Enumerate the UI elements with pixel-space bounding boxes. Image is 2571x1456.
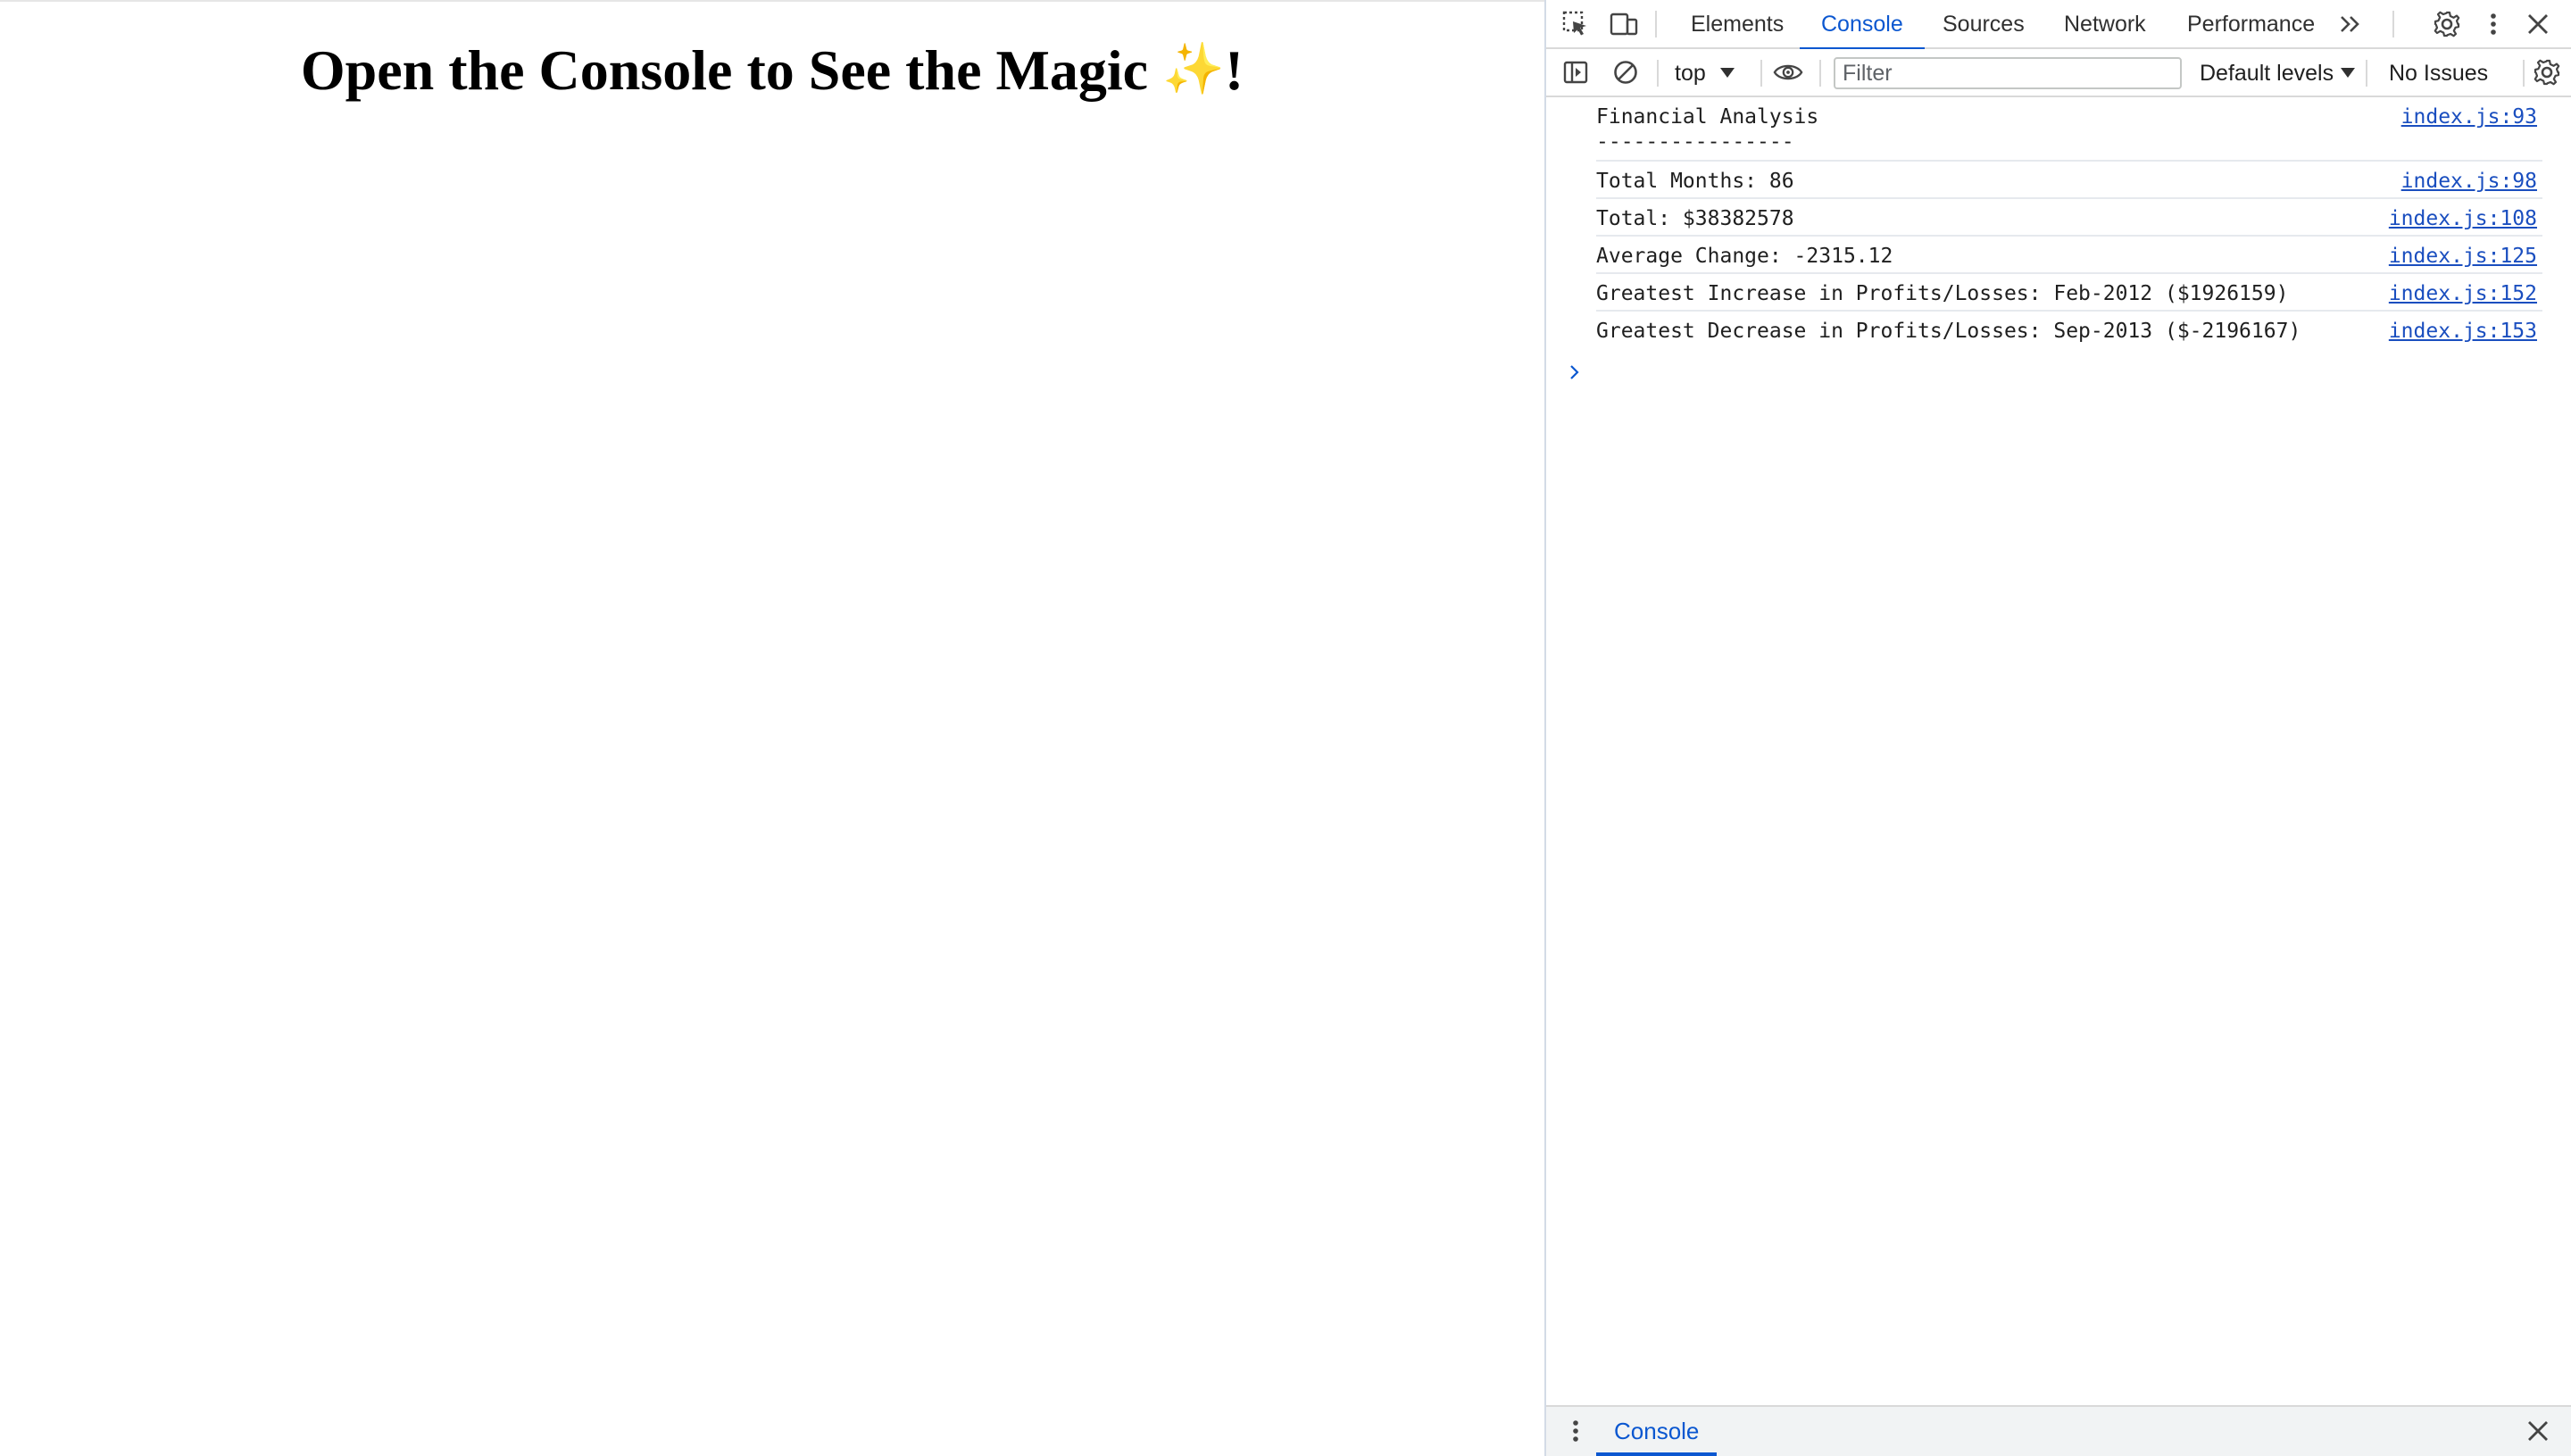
page-heading: Open the Console to See the Magic ✨! [0, 37, 1544, 104]
console-message-text: Greatest Decrease in Profits/Losses: Sep… [1596, 320, 2301, 343]
drawer-menu-kebab-icon[interactable] [1560, 1416, 1591, 1446]
console-message: Greatest Increase in Profits/Losses: Feb… [1596, 274, 2542, 312]
tab-performance[interactable]: Performance [2187, 0, 2315, 49]
tab-console[interactable]: Console [1800, 0, 1925, 51]
settings-gear-icon[interactable] [2432, 9, 2462, 39]
close-drawer-icon[interactable] [2523, 1416, 2553, 1446]
tab-sources[interactable]: Sources [1943, 0, 2025, 49]
console-source-link[interactable]: index.js:153 [2389, 319, 2537, 344]
console-source-link[interactable]: index.js:93 [2401, 104, 2537, 129]
tab-network[interactable]: Network [2064, 0, 2146, 49]
tabbar-separator [2392, 11, 2394, 37]
console-message-text: Average Change: -2315.12 [1596, 245, 1893, 268]
sparkles-emoji: ✨ [1162, 42, 1225, 97]
filter-input[interactable] [1834, 57, 2182, 89]
console-message: Financial Analysis ---------------- inde… [1596, 97, 2542, 162]
javascript-context-select[interactable]: top [1675, 56, 1735, 90]
show-sidebar-icon[interactable] [1560, 57, 1591, 87]
devtools-drawer: Console [1546, 1405, 2571, 1456]
levels-value: Default levels [2200, 61, 2334, 86]
console-message-text: Total: $38382578 [1596, 207, 1794, 230]
console-source-link[interactable]: index.js:98 [2401, 169, 2537, 194]
device-toolbar-icon[interactable] [1609, 9, 1639, 39]
console-message: Average Change: -2315.12 index.js:125 [1596, 237, 2542, 274]
log-levels-select[interactable]: Default levels [2200, 56, 2356, 90]
console-message-text: Greatest Increase in Profits/Losses: Feb… [1596, 282, 2289, 305]
live-expression-eye-icon[interactable] [1773, 57, 1803, 87]
console-toolbar: top Default levels No Issues [1546, 49, 2571, 97]
issues-counter[interactable]: No Issues [2389, 56, 2488, 90]
clear-console-icon[interactable] [1610, 57, 1641, 87]
toolbar-separator [1657, 60, 1659, 87]
page-viewport: Open the Console to See the Magic ✨! [0, 0, 1544, 1456]
context-value: top [1675, 61, 1706, 86]
console-prompt-chevron-icon[interactable] [1566, 363, 1584, 381]
console-message: Total Months: 86 index.js:98 [1596, 162, 2542, 199]
tabbar-separator [1655, 11, 1657, 37]
more-tabs-chevron-icon[interactable] [2335, 9, 2366, 39]
console-source-link[interactable]: index.js:108 [2389, 206, 2537, 231]
toolbar-separator [1760, 60, 1762, 87]
console-source-link[interactable]: index.js:152 [2389, 281, 2537, 306]
more-options-kebab-icon[interactable] [2478, 9, 2509, 39]
console-source-link[interactable]: index.js:125 [2389, 244, 2537, 269]
console-message: Total: $38382578 index.js:108 [1596, 199, 2542, 237]
close-devtools-icon[interactable] [2523, 9, 2553, 39]
page-heading-suffix: ! [1224, 38, 1244, 102]
chevron-down-icon [2341, 68, 2356, 78]
console-message: Greatest Decrease in Profits/Losses: Sep… [1596, 312, 2542, 349]
console-settings-gear-icon[interactable] [2532, 57, 2562, 87]
console-message-text: Total Months: 86 [1596, 170, 1794, 193]
toolbar-separator [2366, 60, 2367, 87]
toolbar-separator [1819, 60, 1821, 87]
inspect-element-icon[interactable] [1560, 9, 1591, 39]
console-message-text: Financial Analysis ---------------- [1596, 105, 1819, 154]
toolbar-separator [2523, 60, 2525, 87]
page-heading-text: Open the Console to See the Magic [300, 38, 1149, 102]
devtools-panel: Elements Console Sources Network Perform… [1544, 0, 2571, 1456]
devtools-tabbar: Elements Console Sources Network Perform… [1546, 0, 2571, 51]
chevron-down-icon [1719, 68, 1735, 78]
tab-elements[interactable]: Elements [1691, 0, 1784, 49]
drawer-tab-console[interactable]: Console [1595, 1407, 1718, 1456]
